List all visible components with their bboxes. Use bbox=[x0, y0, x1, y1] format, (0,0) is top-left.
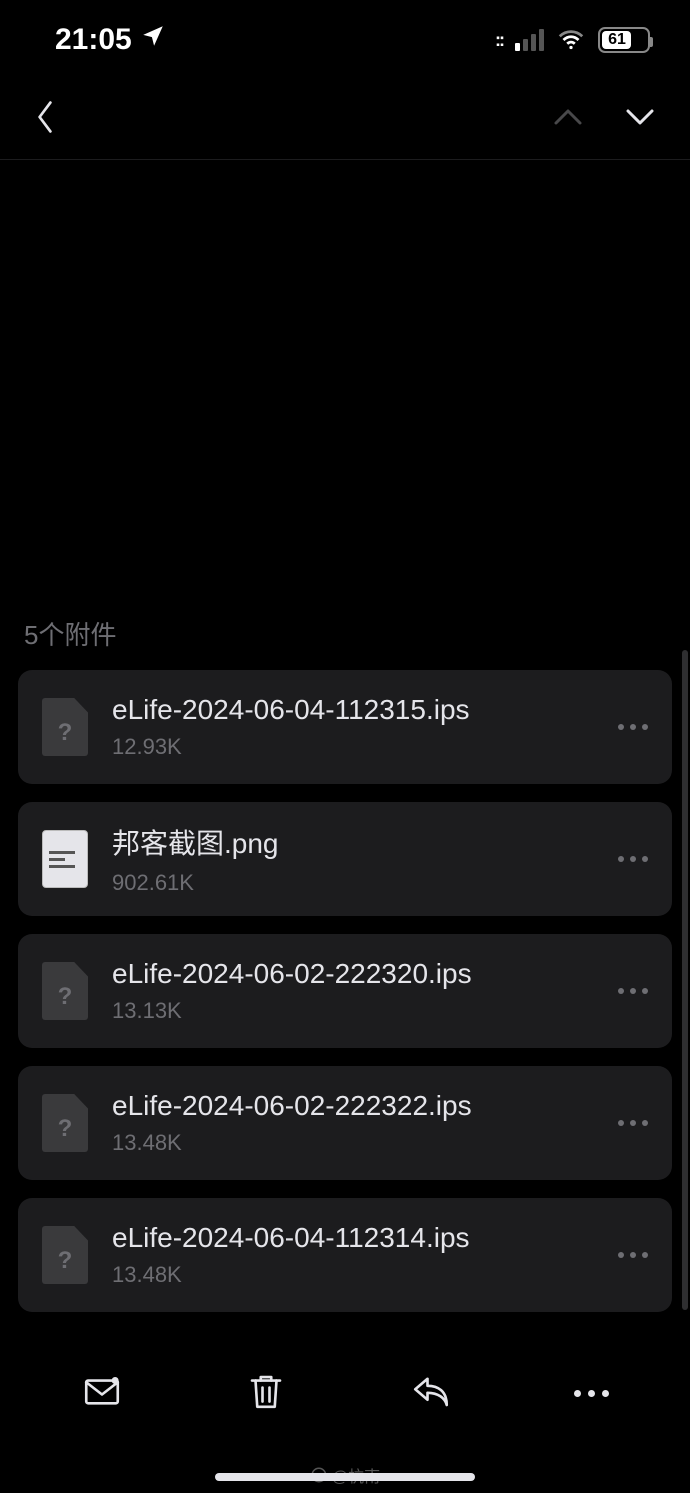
battery-icon: 61 bbox=[598, 27, 650, 53]
attachment-item[interactable]: ? eLife-2024-06-02-222320.ips 13.13K bbox=[18, 934, 672, 1048]
attachment-more-button[interactable] bbox=[618, 988, 648, 994]
attachment-more-button[interactable] bbox=[618, 724, 648, 730]
home-indicator[interactable] bbox=[215, 1473, 475, 1481]
nav-bar bbox=[0, 80, 690, 160]
status-right: :: 61 bbox=[495, 25, 650, 55]
attachment-list: ? eLife-2024-06-04-112315.ips 12.93K 邦客截… bbox=[0, 670, 690, 1312]
location-icon bbox=[140, 23, 166, 57]
delete-button[interactable] bbox=[245, 1370, 287, 1417]
file-icon: ? bbox=[42, 1094, 88, 1152]
message-body-area bbox=[0, 160, 690, 615]
attachment-item[interactable]: ? eLife-2024-06-04-112314.ips 13.48K bbox=[18, 1198, 672, 1312]
attachment-size: 12.93K bbox=[112, 734, 594, 760]
cellular-icon bbox=[515, 29, 544, 51]
battery-percent: 61 bbox=[608, 31, 626, 49]
scrollbar[interactable] bbox=[682, 650, 688, 1310]
dual-sim-icon: :: bbox=[495, 30, 503, 51]
attachment-name: eLife-2024-06-04-112315.ips bbox=[112, 694, 594, 726]
attachment-item[interactable]: ? eLife-2024-06-02-222322.ips 13.48K bbox=[18, 1066, 672, 1180]
attachment-item[interactable]: 邦客截图.png 902.61K bbox=[18, 802, 672, 916]
wifi-icon bbox=[556, 25, 586, 55]
more-actions-button[interactable] bbox=[574, 1390, 609, 1397]
attachment-size: 902.61K bbox=[112, 870, 594, 896]
reply-button[interactable] bbox=[410, 1370, 452, 1417]
bottom-area: @杭南 bbox=[0, 1453, 690, 1493]
content-area[interactable]: 5个附件 ? eLife-2024-06-04-112315.ips 12.93… bbox=[0, 160, 690, 1333]
attachment-name: 邦客截图.png bbox=[112, 822, 594, 862]
next-message-button[interactable] bbox=[624, 107, 656, 132]
attachment-name: eLife-2024-06-02-222322.ips bbox=[112, 1090, 594, 1122]
attachment-size: 13.13K bbox=[112, 998, 594, 1024]
attachment-more-button[interactable] bbox=[618, 856, 648, 862]
file-icon: ? bbox=[42, 962, 88, 1020]
status-bar: 21:05 :: 61 bbox=[0, 0, 690, 80]
file-icon: ? bbox=[42, 698, 88, 756]
attachments-heading: 5个附件 bbox=[0, 615, 690, 670]
file-icon: ? bbox=[42, 1226, 88, 1284]
status-left: 21:05 bbox=[55, 23, 166, 57]
attachment-more-button[interactable] bbox=[618, 1252, 648, 1258]
back-button[interactable] bbox=[34, 99, 56, 140]
status-time: 21:05 bbox=[55, 23, 132, 57]
attachment-name: eLife-2024-06-02-222320.ips bbox=[112, 958, 594, 990]
attachment-more-button[interactable] bbox=[618, 1120, 648, 1126]
prev-message-button[interactable] bbox=[552, 107, 584, 132]
compose-button[interactable] bbox=[81, 1370, 123, 1417]
attachment-item[interactable]: ? eLife-2024-06-04-112315.ips 12.93K bbox=[18, 670, 672, 784]
bottom-toolbar bbox=[0, 1333, 690, 1453]
attachment-name: eLife-2024-06-04-112314.ips bbox=[112, 1222, 594, 1254]
attachment-size: 13.48K bbox=[112, 1130, 594, 1156]
attachment-size: 13.48K bbox=[112, 1262, 594, 1288]
image-thumbnail-icon bbox=[42, 830, 88, 888]
